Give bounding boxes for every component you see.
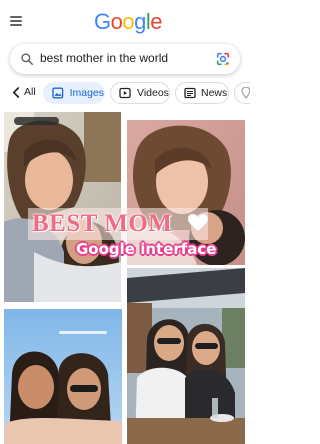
image-result[interactable] (4, 309, 122, 444)
newspaper-icon (184, 87, 196, 99)
search-bar[interactable]: best mother in the world (10, 44, 240, 74)
google-lens-icon[interactable] (215, 51, 231, 67)
location-pin-icon (241, 87, 250, 99)
image-icon (52, 87, 64, 99)
logo-letter: G (94, 9, 111, 34)
logo-letter: o (122, 9, 135, 34)
google-logo[interactable]: G o o g l e (94, 9, 163, 35)
video-play-icon (119, 87, 131, 99)
logo-letter: o (110, 9, 123, 34)
search-icon[interactable] (20, 52, 34, 66)
tab-news[interactable]: News (175, 82, 229, 104)
search-tabs: All Images Videos News (0, 82, 250, 108)
overlay-title-text: BEST MOM (32, 210, 173, 237)
tab-news-label: News (201, 87, 228, 99)
tab-videos[interactable]: Videos (110, 82, 170, 104)
tab-images-label: Images (69, 87, 104, 99)
tab-videos-label: Videos (137, 87, 169, 99)
tab-all[interactable]: All (12, 86, 36, 98)
chevron-left-icon (12, 86, 20, 98)
overlay-subtitle: Google interface (76, 240, 236, 264)
hamburger-menu-icon[interactable] (10, 13, 26, 29)
tab-all-label: All (24, 86, 36, 98)
tab-more[interactable] (234, 82, 250, 104)
white-heart-icon (188, 214, 208, 232)
overlay-subtitle-text: Google interface (76, 240, 217, 258)
image-result[interactable] (127, 268, 245, 444)
image-result[interactable] (4, 112, 121, 302)
search-input[interactable]: best mother in the world (40, 51, 200, 67)
overlay-title: BEST MOM (28, 208, 208, 240)
logo-letter: e (150, 9, 163, 34)
logo-letter: g (134, 9, 146, 34)
tab-images[interactable]: Images (43, 82, 105, 104)
